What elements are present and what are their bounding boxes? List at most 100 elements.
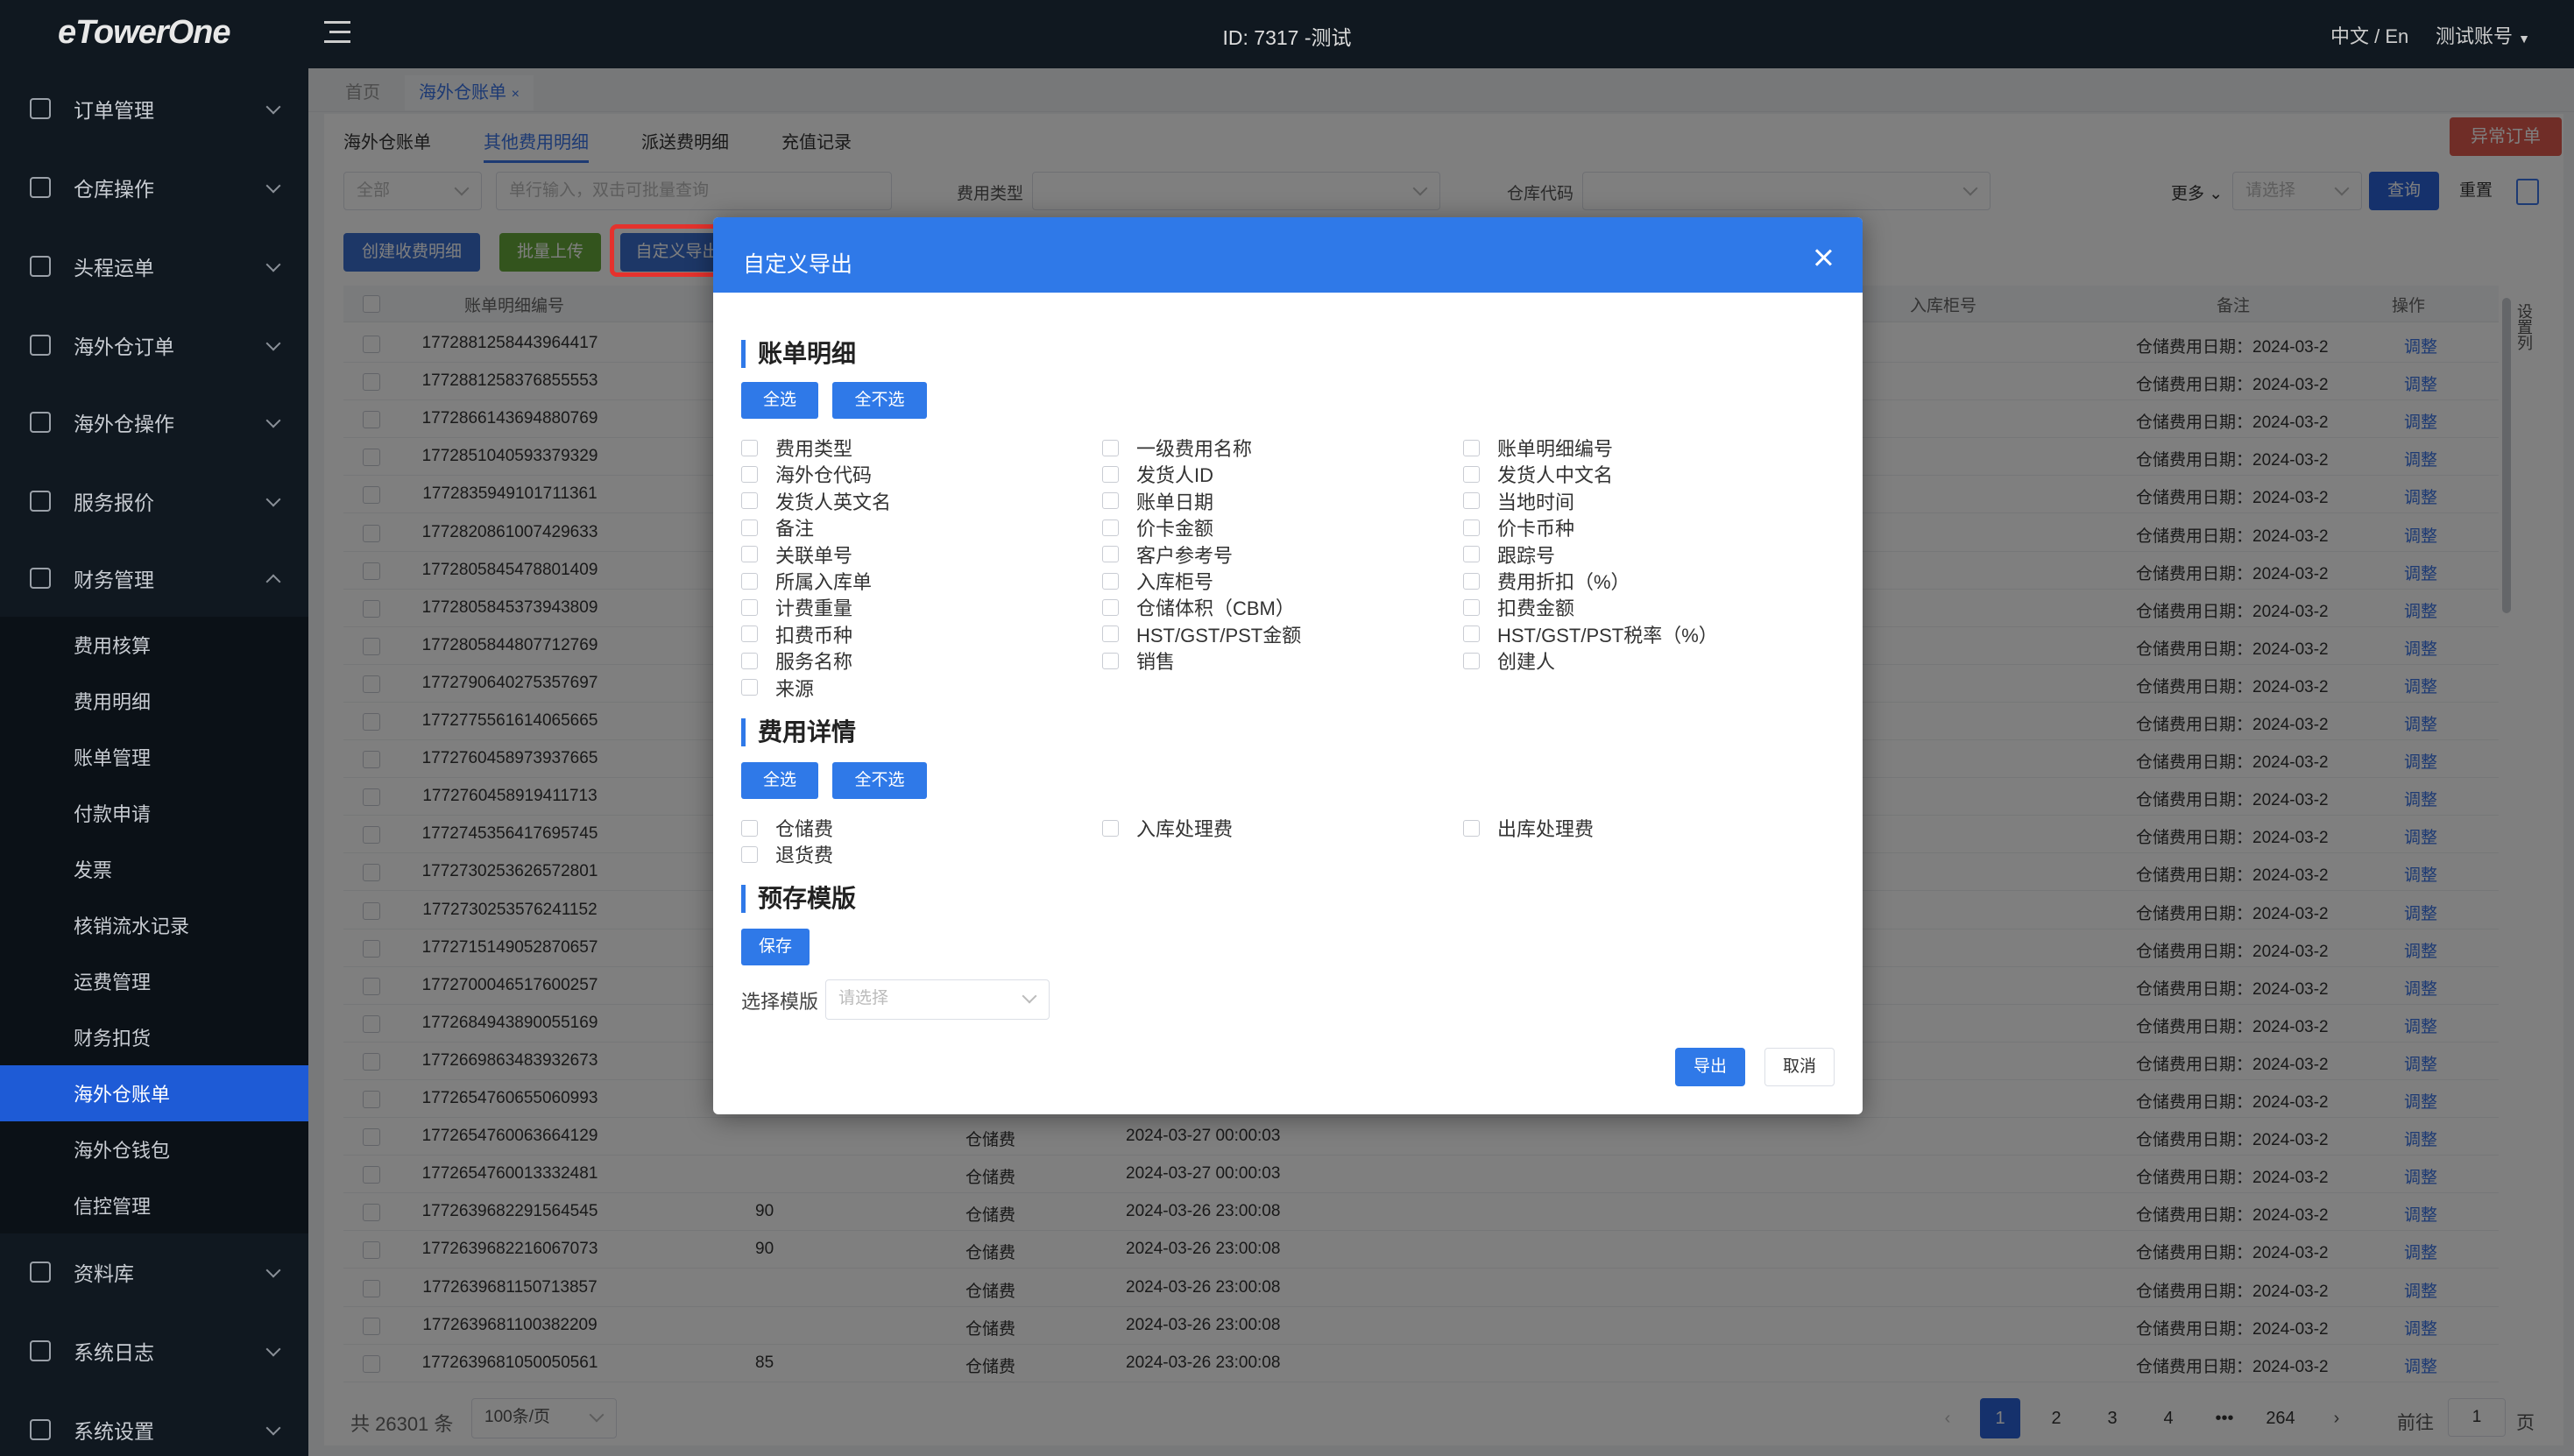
select-all-button[interactable]: 全选 [741, 762, 818, 799]
checkbox-box[interactable] [741, 492, 758, 510]
fee-detail-checkbox[interactable]: 出库处理费 [1463, 815, 1594, 841]
checkbox-box[interactable] [1102, 819, 1119, 837]
export-field-checkbox[interactable]: 扣费币种 [741, 621, 852, 647]
sidebar-item[interactable]: 订单管理 [0, 74, 308, 144]
language-switch[interactable]: 中文 / En [2330, 21, 2408, 49]
checkbox-box[interactable] [1102, 652, 1119, 669]
sidebar-item[interactable]: 财务管理 [0, 543, 308, 613]
checkbox-label: 来源 [775, 677, 815, 700]
export-field-checkbox[interactable]: 海外仓代码 [741, 461, 872, 487]
cancel-button[interactable]: 取消 [1764, 1048, 1835, 1086]
export-field-checkbox[interactable]: 销售 [1102, 647, 1175, 674]
checkbox-box[interactable] [1102, 546, 1119, 563]
checkbox-box[interactable] [1463, 546, 1480, 563]
sidebar-subitem[interactable]: 运费管理 [0, 953, 308, 1009]
sidebar-subitem[interactable]: 费用核算 [0, 617, 308, 673]
sidebar-subitem[interactable]: 账单管理 [0, 729, 308, 785]
export-field-checkbox[interactable]: 备注 [741, 514, 814, 541]
close-icon[interactable] [1810, 245, 1836, 272]
checkbox-box[interactable] [741, 572, 758, 590]
save-template-button[interactable]: 保存 [741, 929, 810, 965]
select-all-button[interactable]: 全选 [741, 382, 818, 419]
export-field-checkbox[interactable]: 当地时间 [1463, 488, 1574, 514]
export-field-checkbox[interactable]: HST/GST/PST税率（%） [1463, 621, 1718, 647]
checkbox-box[interactable] [741, 465, 758, 483]
checkbox-box[interactable] [741, 439, 758, 456]
checkbox-box[interactable] [741, 652, 758, 669]
export-field-checkbox[interactable]: 价卡金额 [1102, 514, 1213, 541]
checkbox-box[interactable] [1463, 439, 1480, 456]
checkbox-box[interactable] [741, 845, 758, 863]
sidebar-item[interactable]: 服务报价 [0, 466, 308, 536]
export-field-checkbox[interactable]: 计费重量 [741, 594, 852, 620]
checkbox-box[interactable] [741, 819, 758, 837]
checkbox-box[interactable] [1102, 572, 1119, 590]
checkbox-box[interactable] [741, 598, 758, 616]
checkbox-label: 入库柜号 [1136, 571, 1214, 593]
fee-detail-checkbox[interactable]: 仓储费 [741, 815, 833, 841]
export-field-checkbox[interactable]: 账单明细编号 [1463, 435, 1613, 461]
checkbox-box[interactable] [1102, 598, 1119, 616]
export-field-checkbox[interactable]: 来源 [741, 675, 814, 701]
sidebar-subitem[interactable]: 财务扣货 [0, 1009, 308, 1065]
export-field-checkbox[interactable]: 一级费用名称 [1102, 435, 1252, 461]
export-field-checkbox[interactable]: 关联单号 [741, 541, 852, 568]
export-field-checkbox[interactable]: 发货人ID [1102, 461, 1213, 487]
template-select[interactable]: 请选择 [825, 979, 1050, 1020]
export-field-checkbox[interactable]: 发货人中文名 [1463, 461, 1613, 487]
sidebar-item[interactable]: 系统日志 [0, 1316, 308, 1386]
checkbox-box[interactable] [1463, 626, 1480, 643]
checkbox-box[interactable] [1102, 626, 1119, 643]
sidebar-item[interactable]: 海外仓订单 [0, 310, 308, 380]
checkbox-box[interactable] [1463, 819, 1480, 837]
sidebar-item[interactable]: 海外仓操作 [0, 387, 308, 457]
export-field-checkbox[interactable]: 发货人英文名 [741, 488, 891, 514]
sidebar-item[interactable]: 资料库 [0, 1237, 308, 1307]
export-field-checkbox[interactable]: 费用折扣（%） [1463, 568, 1630, 594]
fee-detail-checkbox[interactable]: 入库处理费 [1102, 815, 1233, 841]
export-field-checkbox[interactable]: 扣费金额 [1463, 594, 1574, 620]
sidebar-subitem[interactable]: 付款申请 [0, 785, 308, 841]
checkbox-box[interactable] [1102, 439, 1119, 456]
export-field-checkbox[interactable]: 服务名称 [741, 647, 852, 674]
checkbox-box[interactable] [1463, 492, 1480, 510]
sidebar-subitem[interactable]: 海外仓账单 [0, 1065, 308, 1121]
checkbox-box[interactable] [1463, 572, 1480, 590]
checkbox-box[interactable] [741, 679, 758, 696]
checkbox-box[interactable] [1102, 492, 1119, 510]
checkbox-box[interactable] [741, 519, 758, 536]
checkbox-box[interactable] [1463, 465, 1480, 483]
checkbox-box[interactable] [741, 546, 758, 563]
sidebar-item-label: 系统设置 [74, 1420, 154, 1443]
checkbox-box[interactable] [1102, 519, 1119, 536]
checkbox-box[interactable] [1102, 465, 1119, 483]
sidebar-subitem[interactable]: 发票 [0, 841, 308, 897]
sidebar-subitem[interactable]: 海外仓钱包 [0, 1121, 308, 1177]
export-field-checkbox[interactable]: 仓储体积（CBM） [1102, 594, 1295, 620]
checkbox-box[interactable] [1463, 598, 1480, 616]
sidebar-subitem[interactable]: 费用明细 [0, 673, 308, 729]
checkbox-label: 计费重量 [775, 597, 853, 620]
checkbox-box[interactable] [1463, 519, 1480, 536]
export-field-checkbox[interactable]: 跟踪号 [1463, 541, 1555, 568]
select-none-button[interactable]: 全不选 [832, 762, 927, 799]
export-field-checkbox[interactable]: 创建人 [1463, 647, 1555, 674]
sidebar-item[interactable]: 系统设置 [0, 1395, 308, 1456]
export-button[interactable]: 导出 [1675, 1048, 1745, 1086]
export-field-checkbox[interactable]: 所属入库单 [741, 568, 872, 594]
sidebar-item[interactable]: 头程运单 [0, 231, 308, 301]
fee-detail-checkbox[interactable]: 退货费 [741, 841, 833, 867]
export-field-checkbox[interactable]: 入库柜号 [1102, 568, 1213, 594]
export-field-checkbox[interactable]: 价卡币种 [1463, 514, 1574, 541]
export-field-checkbox[interactable]: HST/GST/PST金额 [1102, 621, 1301, 647]
sidebar-item[interactable]: 仓库操作 [0, 152, 308, 223]
export-field-checkbox[interactable]: 费用类型 [741, 435, 852, 461]
sidebar-subitem[interactable]: 信控管理 [0, 1177, 308, 1233]
account-menu[interactable]: 测试账号 ▼ [2436, 21, 2530, 49]
checkbox-box[interactable] [741, 626, 758, 643]
sidebar-subitem[interactable]: 核销流水记录 [0, 897, 308, 953]
checkbox-box[interactable] [1463, 652, 1480, 669]
export-field-checkbox[interactable]: 客户参考号 [1102, 541, 1233, 568]
select-none-button[interactable]: 全不选 [832, 382, 927, 419]
export-field-checkbox[interactable]: 账单日期 [1102, 488, 1213, 514]
